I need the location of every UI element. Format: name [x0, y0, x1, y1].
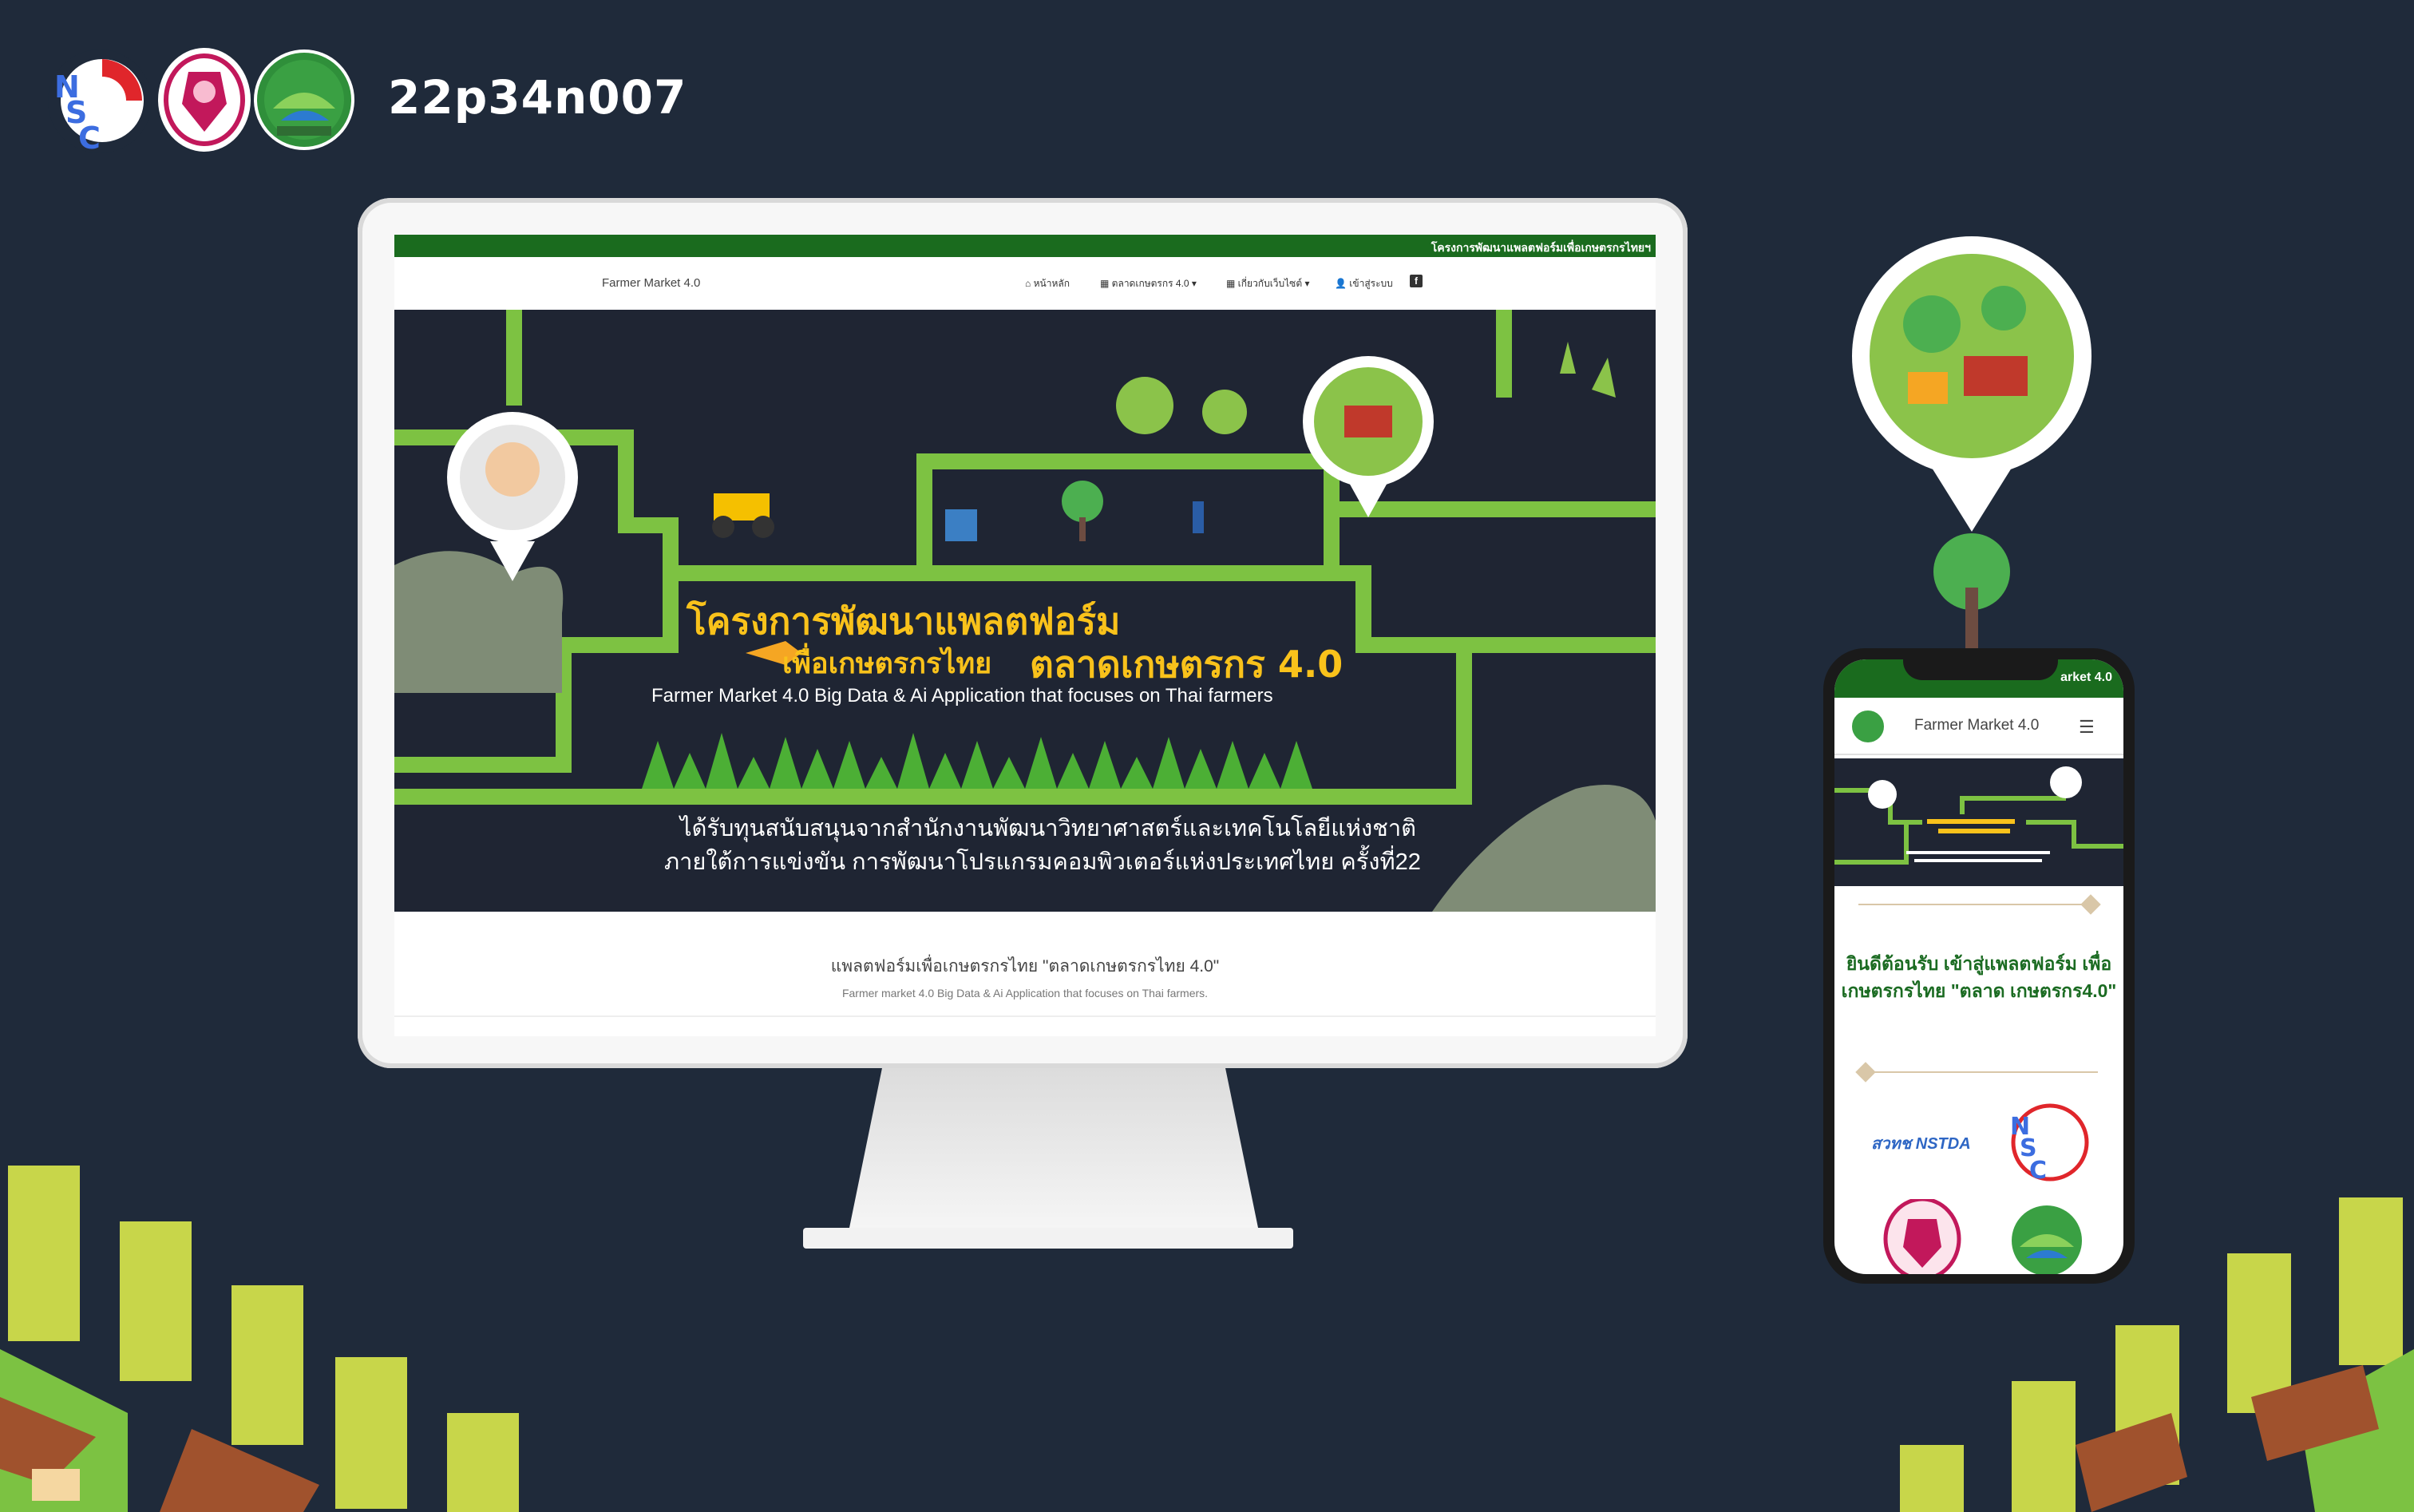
university-seal [158, 48, 251, 152]
svg-text:C: C [78, 121, 101, 153]
svg-text:C: C [2029, 1157, 2047, 1185]
diamond-icon [1855, 1062, 1876, 1083]
desktop-website: โครงการพัฒนาแพลตฟอร์มเพื่อเกษตรกรไทยฯ Fa… [394, 235, 1656, 1036]
nsc-logo-icon: N S C [54, 59, 144, 156]
section-title: แพลตฟอร์มเพื่อเกษตรกรไทย "ตลาดเกษตรกรไทย… [830, 957, 1220, 976]
market-pin-illustration [1852, 236, 2091, 651]
nstda-logo: สวทช NSTDA [1871, 1135, 1971, 1153]
village-illustration-right [1900, 1197, 2414, 1512]
user-icon: 👤 [1335, 278, 1350, 289]
farmer-market-logo [254, 49, 354, 150]
mobile-topbar-text: arket 4.0 [2060, 671, 2112, 684]
nsc-logo: N S C [48, 49, 152, 156]
nav-login-label: เข้าสู่ระบบ [1349, 278, 1393, 289]
site-brand[interactable]: Farmer Market 4.0 [602, 276, 700, 290]
topbar-text: โครงการพัฒนาแพลตฟอร์มเพื่อเกษตรกรไทยฯ [1431, 241, 1651, 254]
hero-banner: โครงการพัฒนาแพลตฟอร์ม เพื่อเกษตรกรไทย ตล… [394, 310, 1656, 912]
nav-about-label: เกี่ยวกับเว็บไซต์ [1237, 278, 1303, 289]
monitor-stand [849, 1068, 1258, 1228]
grid-icon: ▦ [1226, 278, 1238, 289]
nav-market-label: ตลาดเกษตรกร 4.0 [1111, 278, 1189, 289]
mobile-divider-bottom [1858, 1071, 2098, 1073]
nav-about[interactable]: ▦ เกี่ยวกับเว็บไซต์ ▾ [1226, 276, 1309, 291]
nav-home[interactable]: ⌂ หน้าหลัก [1025, 276, 1070, 291]
section-subtitle: Farmer market 4.0 Big Data & Ai Applicat… [841, 987, 1209, 999]
hero-funding-line2: ภายใต้การแข่งขัน การพัฒนาโปรแกรมคอมพิวเต… [664, 849, 1421, 875]
village-illustration-left [0, 1166, 519, 1512]
phone-notch [1903, 653, 2058, 680]
nsc-logo-mobile: N S C [2010, 1103, 2089, 1185]
mobile-website: arket 4.0 Farmer Market 4.0 ☰ ยินดีต้อนร… [1834, 659, 2123, 1274]
nav-login[interactable]: 👤 เข้าสู่ระบบ [1335, 276, 1393, 291]
site-navbar: Farmer Market 4.0 ⌂ หน้าหลัก ▦ ตลาดเกษตร… [394, 257, 1656, 311]
grid-icon: ▦ [1100, 278, 1112, 289]
mobile-welcome-text: ยินดีต้อนรับ เข้าสู่แพลตฟอร์ม เพื่อเกษตร… [1841, 953, 2117, 1001]
site-topbar: โครงการพัฒนาแพลตฟอร์มเพื่อเกษตรกรไทยฯ [394, 235, 1656, 257]
mobile-brand[interactable]: Farmer Market 4.0 [1914, 717, 2039, 734]
hero-funding-line1: ได้รับทุนสนับสนุนจากสำนักงานพัฒนาวิทยาศา… [680, 816, 1416, 841]
home-icon: ⌂ [1025, 278, 1034, 289]
mobile-hero-banner [1834, 758, 2123, 886]
mobile-nav-divider [1834, 754, 2123, 755]
hero-title-line2: เพื่อเกษตรกรไทย [782, 647, 992, 680]
monitor-base [803, 1228, 1293, 1249]
project-code: 22p34n007 [388, 70, 687, 125]
facebook-icon[interactable]: f [1410, 275, 1423, 287]
chevron-down-icon: ▾ [1189, 278, 1197, 289]
chevron-down-icon: ▾ [1302, 278, 1310, 289]
nav-market[interactable]: ▦ ตลาดเกษตรกร 4.0 ▾ [1100, 276, 1197, 291]
mobile-divider-top [1858, 904, 2098, 905]
diamond-icon [2080, 894, 2101, 915]
hamburger-menu-icon[interactable]: ☰ [2079, 717, 2095, 738]
section-divider [394, 1015, 1656, 1017]
hero-subtitle: Farmer Market 4.0 Big Data & Ai Applicat… [651, 685, 1273, 707]
nav-home-label: หน้าหลัก [1033, 278, 1070, 289]
mobile-logo[interactable] [1850, 709, 1886, 744]
